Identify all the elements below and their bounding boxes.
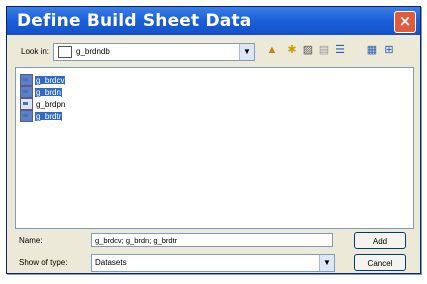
file-name: g_brdn — [35, 87, 62, 97]
folder-icon — [58, 46, 72, 58]
type-dropdown[interactable]: Datasets ▼ — [91, 254, 335, 272]
dialog-title: Define Build Sheet Data — [17, 11, 252, 31]
details-view-icon[interactable]: ▦ — [363, 42, 381, 59]
name-input[interactable]: g_brdcv; g_brdn; g_brdtr — [91, 233, 333, 247]
add-button[interactable]: Add — [354, 232, 406, 249]
dataset-icon — [20, 74, 33, 86]
file-name: g_brdtr — [35, 111, 63, 121]
dataset-icon — [20, 98, 33, 110]
chevron-down-icon[interactable]: ▼ — [239, 44, 254, 60]
cancel-button[interactable]: Cancel — [354, 254, 406, 271]
preview-view-icon[interactable]: ⊞ — [380, 42, 398, 59]
type-label: Show of type: — [19, 258, 68, 267]
define-build-sheet-dialog: Define Build Sheet Data × Look in: g_brd… — [6, 6, 421, 274]
up-folder-icon[interactable]: ▲ — [263, 42, 281, 59]
file-name: g_brdpn — [36, 99, 66, 109]
list-item[interactable]: g_brdtr — [20, 110, 63, 122]
name-label: Name: — [19, 236, 43, 245]
look-in-row: Look in: g_brdndb ▼ ▲ ✱ ▨ ▤ ☰ ▦ ⊞ — [15, 42, 412, 66]
dataset-icon — [20, 110, 33, 122]
title-bar[interactable]: Define Build Sheet Data × — [7, 7, 420, 35]
chevron-down-icon[interactable]: ▼ — [319, 255, 334, 271]
dataset-icon — [20, 86, 33, 98]
list-item[interactable]: g_brdpn — [20, 98, 66, 110]
list-item[interactable]: g_brdcv — [20, 74, 66, 86]
look-in-label: Look in: — [21, 47, 50, 56]
close-button[interactable]: × — [394, 11, 416, 33]
look-in-value: g_brdndb — [76, 47, 110, 56]
list-view-icon[interactable]: ☰ — [331, 42, 349, 59]
file-name: g_brdcv — [35, 75, 66, 85]
list-item[interactable]: g_brdn — [20, 86, 62, 98]
look-in-dropdown[interactable]: g_brdndb ▼ — [53, 43, 255, 61]
type-value: Datasets — [95, 258, 127, 267]
file-list[interactable]: g_brdcv g_brdn g_brdpn g_brdtr — [15, 67, 414, 229]
